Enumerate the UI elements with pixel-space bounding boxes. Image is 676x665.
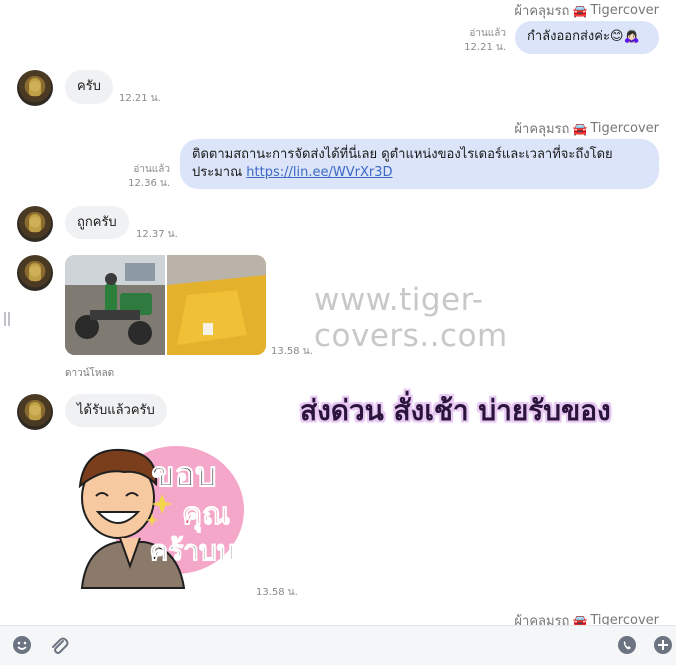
sender-label: ผ้าคลุมรถ	[514, 614, 570, 625]
message-time: 12.21 น.	[464, 42, 506, 53]
message-time: 12.21 น.	[119, 93, 161, 104]
message-text: ครับ	[77, 79, 101, 94]
sticker-text-line1: ขอบ	[151, 455, 216, 495]
sender-name: ผ้าคลุมรถ 🚘 Tigercover	[514, 610, 659, 625]
incoming-message[interactable]: ครับ	[65, 70, 113, 104]
message-text: ได้รับแล้วครับ	[77, 403, 155, 418]
paperclip-icon[interactable]	[49, 635, 69, 655]
outgoing-message[interactable]: กำลังออกส่งค่ะ😊🙇🏻‍♀️	[515, 21, 659, 54]
avatar[interactable]	[17, 70, 53, 106]
message-meta: อ่านแล้ว 12.36 น.	[104, 163, 170, 191]
message-text: ถูกครับ	[77, 215, 117, 230]
tracking-link[interactable]: https://lin.ee/WVrXr3D	[246, 165, 392, 180]
message-time: 13.58 น.	[271, 346, 313, 357]
message-time: 12.37 น.	[136, 229, 178, 240]
phone-icon[interactable]	[617, 635, 637, 655]
sender-label: ผ้าคลุมรถ	[514, 122, 570, 137]
sticker-text-line2: คุณ	[182, 497, 230, 533]
avatar[interactable]	[17, 394, 53, 430]
sender-brand: Tigercover	[590, 121, 659, 136]
message-text-line2: ประมาณ https://lin.ee/WVrXr3D	[192, 164, 647, 182]
delivery-photo-rider[interactable]	[65, 255, 165, 355]
emoji-icon[interactable]	[12, 635, 32, 655]
message-text-prefix: ประมาณ	[192, 165, 247, 180]
message-meta: อ่านแล้ว 12.21 น.	[440, 27, 506, 55]
sender-brand: Tigercover	[590, 613, 659, 625]
sender-brand: Tigercover	[590, 3, 659, 18]
delivery-photo-package[interactable]	[167, 255, 266, 355]
message-text: ติดตามสถานะการจัดส่งได้ที่นี่เลย ดูตำแหน…	[192, 147, 613, 162]
sender-label: ผ้าคลุมรถ	[514, 4, 570, 19]
message-time: 12.36 น.	[128, 178, 170, 189]
watermark: www.tiger-covers..com	[314, 282, 508, 354]
avatar[interactable]	[17, 206, 53, 242]
sender-name: ผ้าคลุมรถ 🚘 Tigercover	[514, 0, 659, 21]
chat-area[interactable]: ผ้าคลุมรถ 🚘 Tigercover อ่านแล้ว 12.21 น.…	[0, 0, 676, 625]
read-status: อ่านแล้ว	[133, 164, 170, 175]
message-text: กำลังออกส่งค่ะ😊🙇🏻‍♀️	[527, 29, 640, 44]
composer-toolbar	[0, 625, 676, 665]
outgoing-message[interactable]: ติดตามสถานะการจัดส่งได้ที่นี่เลย ดูตำแหน…	[180, 139, 659, 189]
car-icon: 🚘	[572, 3, 588, 18]
read-status: อ่านแล้ว	[469, 28, 506, 39]
incoming-message[interactable]: ได้รับแล้วครับ	[65, 394, 167, 427]
incoming-message[interactable]: ถูกครับ	[65, 206, 129, 239]
resize-handle[interactable]	[4, 312, 10, 326]
sticker-text-line3: คร้าบบ	[149, 534, 234, 567]
plus-icon[interactable]	[653, 635, 673, 655]
avatar[interactable]	[17, 255, 53, 291]
sender-name: ผ้าคลุมรถ 🚘 Tigercover	[514, 118, 659, 139]
message-time: 13.58 น.	[256, 587, 298, 598]
car-icon: 🚘	[572, 613, 588, 626]
download-link[interactable]: ดาวน์โหลด	[65, 366, 114, 381]
thank-you-sticker[interactable]: ขอบ คุณ คร้าบบ	[66, 438, 246, 592]
car-icon: 🚘	[572, 121, 588, 136]
promo-banner: ส่งด่วน สั่งเช้า บ่ายรับของ	[300, 394, 611, 427]
